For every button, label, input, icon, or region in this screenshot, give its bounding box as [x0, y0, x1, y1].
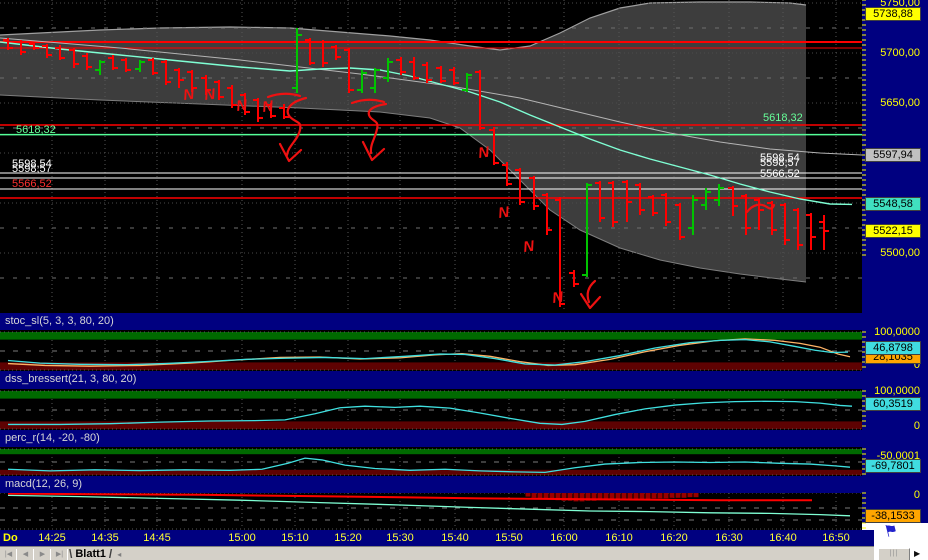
- trading-chart-window: NNNNNNNN 5750,005700,005650,005600,00555…: [0, 0, 928, 560]
- price-axis[interactable]: [862, 0, 928, 523]
- scrollbar-thumb[interactable]: |||: [878, 548, 910, 560]
- prev-sheet-button[interactable]: ◀: [18, 549, 34, 560]
- sheet-tab-blatt1[interactable]: Blatt1: [75, 548, 106, 560]
- tab-left-edge: \: [69, 547, 72, 560]
- weekday-label: Do: [3, 532, 18, 544]
- last-sheet-button[interactable]: ▶|: [52, 549, 68, 560]
- tab-right-edge: /: [109, 547, 112, 560]
- tab-scroll-left-icon[interactable]: ◂: [117, 550, 121, 559]
- sheet-tab-bar: |◀ ◀ ▶ ▶| \ Blatt1 / ◂: [0, 546, 874, 560]
- next-sheet-button[interactable]: ▶: [35, 549, 51, 560]
- chart-plot-area[interactable]: [0, 0, 862, 530]
- scrollbar-right-arrow[interactable]: ▶: [914, 549, 920, 558]
- first-sheet-button[interactable]: |◀: [1, 549, 17, 560]
- time-axis[interactable]: [0, 530, 874, 546]
